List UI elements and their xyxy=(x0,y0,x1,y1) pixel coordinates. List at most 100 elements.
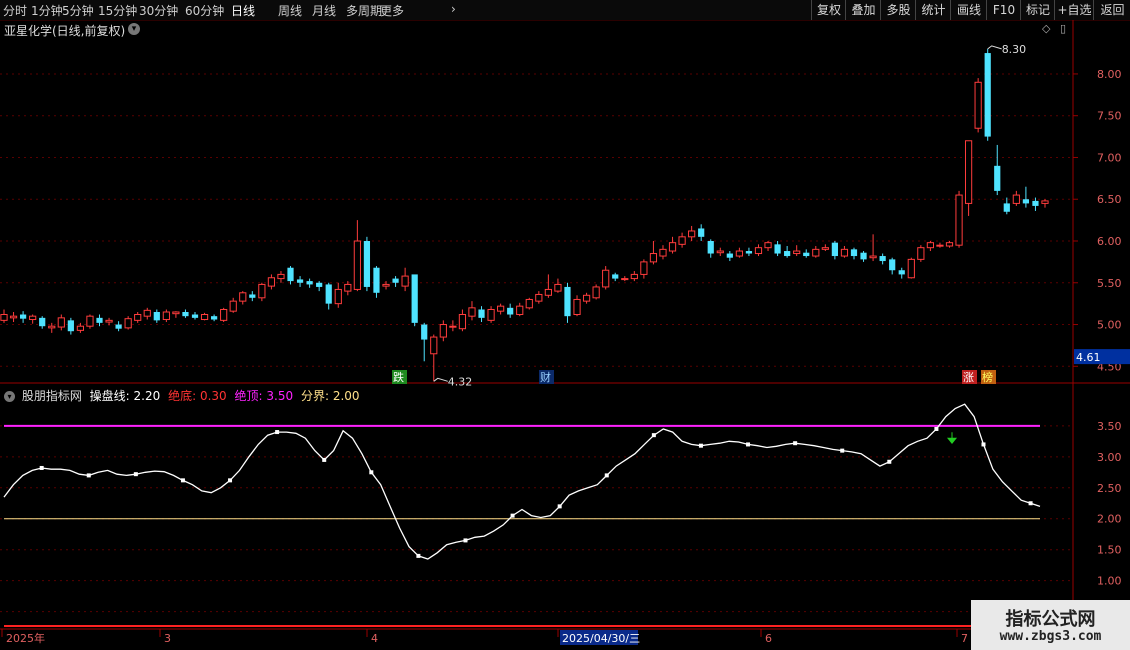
caopan-marker xyxy=(275,430,280,435)
candle-body-down xyxy=(421,324,428,340)
candle-body-down xyxy=(850,249,858,257)
candle-body-down xyxy=(191,314,199,318)
candle-body-up xyxy=(143,309,151,317)
caopan-marker xyxy=(510,513,515,518)
price-tick-label: 8.00 xyxy=(1097,68,1122,81)
indicator-tick-label: 3.00 xyxy=(1097,451,1122,464)
candle-body-up xyxy=(516,305,524,316)
price-tick-label: 6.50 xyxy=(1097,193,1122,206)
candle-body-down xyxy=(784,251,791,257)
candle-body-up xyxy=(29,315,37,321)
candle-body-up xyxy=(602,269,610,288)
caopan-marker xyxy=(651,433,656,438)
caopan-line xyxy=(3,403,1041,560)
candle-body-up xyxy=(630,273,638,280)
caopan-marker xyxy=(133,472,138,477)
price-tick-label: 5.50 xyxy=(1097,277,1122,290)
candle-body-up xyxy=(1012,194,1020,204)
chevron-down-icon[interactable]: ▾ xyxy=(4,391,15,402)
candle-body-down xyxy=(698,228,705,237)
candle-body-up xyxy=(458,314,467,330)
sell-arrow-icon xyxy=(946,432,958,445)
candle-body-down xyxy=(726,253,733,258)
jueding-label: 绝顶: xyxy=(234,389,263,403)
candle-body-up xyxy=(678,236,686,245)
date-label: 3 xyxy=(164,632,171,645)
candle-body-up xyxy=(945,242,954,247)
candle-body-up xyxy=(124,318,132,329)
candle-body-down xyxy=(392,278,399,283)
candle-body-down xyxy=(363,241,371,287)
tag-zhang: 涨 xyxy=(963,371,974,384)
caopan-marker xyxy=(840,448,845,453)
candle-body-up xyxy=(955,194,963,246)
candle-body-up xyxy=(382,283,390,287)
indicator-tick-label: 3.50 xyxy=(1097,420,1122,433)
candle-body-up xyxy=(793,250,801,255)
candle-body-down xyxy=(1022,199,1030,204)
candle-body-up xyxy=(621,278,629,281)
candle-body-up xyxy=(573,298,581,316)
candle-body-up xyxy=(764,242,772,249)
caopan-marker xyxy=(887,459,892,464)
juedi-label: 绝底: xyxy=(168,389,197,403)
fenjie-label: 分界: xyxy=(300,389,329,403)
caopan-marker xyxy=(1028,501,1033,506)
candle-body-down xyxy=(745,251,753,254)
candle-body-down xyxy=(182,312,189,317)
candle-body-down xyxy=(211,316,218,320)
candle-body-up xyxy=(821,247,829,250)
candle-body-up xyxy=(57,317,65,328)
low-label: 4.32 xyxy=(448,375,473,388)
candle-body-down xyxy=(1003,203,1010,212)
date-label: 6 xyxy=(765,632,772,645)
candle-body-up xyxy=(974,81,982,129)
candle-body-up xyxy=(229,300,237,312)
tag-cai: 财 xyxy=(540,370,551,384)
candle-body-up xyxy=(468,307,476,317)
caopan-value: 2.20 xyxy=(133,389,161,403)
candle-body-down xyxy=(39,317,46,327)
candle-body-down xyxy=(19,314,27,319)
candle-body-up xyxy=(869,255,877,259)
candle-body-up xyxy=(86,315,94,327)
candle-body-up xyxy=(907,258,915,279)
current-price-label: 4.61 xyxy=(1076,351,1101,364)
candle-body-down xyxy=(296,279,304,283)
candle-body-up xyxy=(735,250,743,257)
candle-body-down xyxy=(316,282,323,287)
candle-body-up xyxy=(668,242,677,252)
indicator-tick-label: 2.50 xyxy=(1097,482,1122,495)
candle-body-down xyxy=(831,242,838,257)
candle-body-up xyxy=(535,293,543,302)
candle-body-down xyxy=(373,267,380,293)
candle-body-up xyxy=(1041,200,1049,204)
caopan-marker xyxy=(228,478,233,483)
fenjie-value: 2.00 xyxy=(332,389,360,403)
candle-body-up xyxy=(544,288,552,296)
caopan-marker xyxy=(981,442,986,447)
price-tick-label: 6.00 xyxy=(1097,235,1122,248)
caopan-marker xyxy=(793,441,798,446)
candle-body-down xyxy=(249,294,256,298)
watermark: 指标公式网 www.zbgs3.com xyxy=(971,600,1130,650)
caopan-marker xyxy=(86,473,91,478)
candle-body-down xyxy=(287,267,294,282)
caopan-label: 操盘线: xyxy=(89,389,130,403)
candle-body-up xyxy=(936,244,944,247)
candle-body-up xyxy=(554,283,562,292)
date-label: 7 xyxy=(961,632,968,645)
candle-body-up xyxy=(267,277,276,287)
date-label: 4 xyxy=(371,632,378,645)
candle-body-down xyxy=(1032,200,1039,206)
candle-body-up xyxy=(134,314,142,321)
candle-body-up xyxy=(840,248,849,257)
price-tick-label: 7.50 xyxy=(1097,110,1122,123)
date-label: 2025年 xyxy=(6,631,45,645)
candle-body-down xyxy=(564,286,571,317)
candle-body-up xyxy=(277,273,285,280)
kline-chart[interactable]: 8.007.507.006.506.005.505.004.504.618.30… xyxy=(0,0,1130,650)
caopan-marker xyxy=(369,470,374,475)
high-label: 8.30 xyxy=(1002,43,1027,56)
candle-body-up xyxy=(439,324,447,338)
